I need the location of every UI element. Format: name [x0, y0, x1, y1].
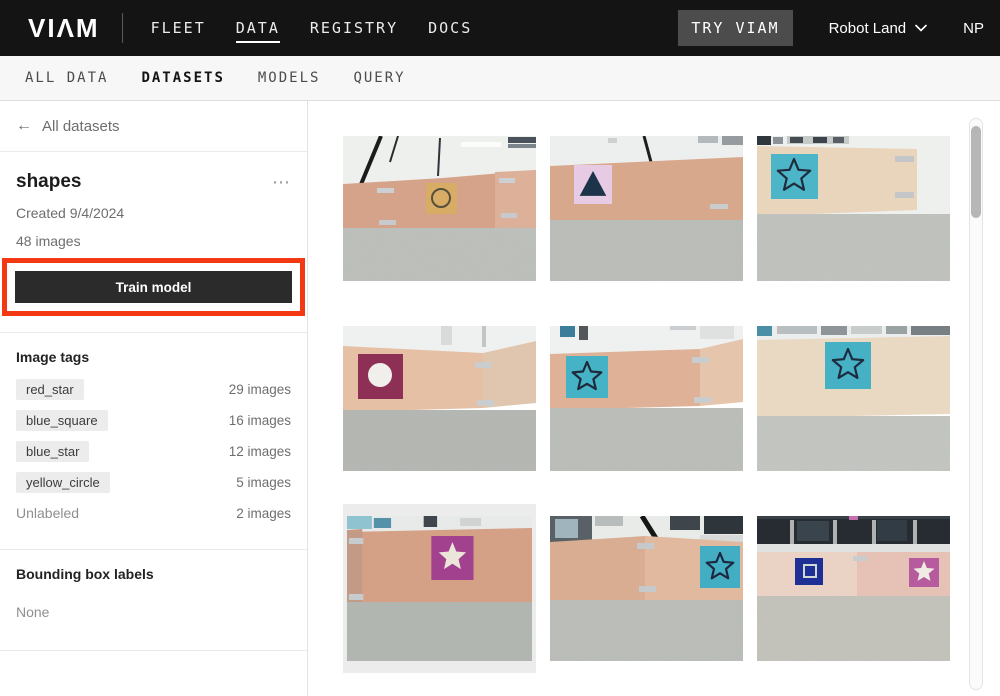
photo-thumbnail: [343, 326, 536, 471]
bounding-box-labels-section: Bounding box labels None: [0, 550, 307, 651]
photo-thumbnail: [550, 516, 743, 661]
dataset-image[interactable]: [550, 516, 743, 661]
image-grid: [343, 136, 950, 661]
photo-thumbnail: [347, 516, 532, 661]
dataset-image[interactable]: [757, 516, 950, 661]
primary-nav: FLEET DATA REGISTRY DOCS: [151, 13, 473, 43]
dataset-sidebar: ← All datasets shapes ⋯ Created 9/4/2024…: [0, 101, 308, 696]
dataset-image-count: 48 images: [16, 233, 291, 249]
tag-row: blue_star 12 images: [16, 440, 291, 462]
dataset-image[interactable]: [343, 136, 536, 281]
tag-pill[interactable]: blue_square: [16, 410, 108, 431]
tab-all-data[interactable]: ALL DATA: [25, 70, 108, 86]
photo-thumbnail: [550, 326, 743, 471]
gallery-scrollbar-track[interactable]: [969, 118, 983, 690]
tag-image-count: 29 images: [229, 382, 291, 397]
image-tags-section: Image tags red_star 29 images blue_square 1…: [0, 333, 307, 550]
photo-thumbnail: [343, 136, 536, 281]
dataset-image[interactable]: [757, 136, 950, 281]
nav-item-data[interactable]: DATA: [236, 13, 280, 43]
tag-list: red_star29 imagesblue_square16 imagesblu…: [16, 378, 291, 524]
tag-row: yellow_circle 5 images: [16, 471, 291, 493]
org-switcher[interactable]: Robot Land: [829, 20, 928, 37]
photo-thumbnail: [550, 136, 743, 281]
tag-row: red_star 29 images: [16, 378, 291, 400]
kebab-menu-icon[interactable]: ⋯: [272, 177, 291, 187]
back-to-all-datasets-link[interactable]: ← All datasets: [0, 101, 307, 152]
tag-image-count: 16 images: [229, 413, 291, 428]
top-navigation-bar: VIΛM FLEET DATA REGISTRY DOCS TRY VIAM Robo…: [0, 0, 1000, 56]
dataset-created-date: Created 9/4/2024: [16, 205, 291, 221]
image-tags-heading: Image tags: [16, 349, 291, 365]
tag-row: Unlabeled 2 images: [16, 502, 291, 524]
dataset-image[interactable]: [757, 326, 950, 471]
back-link-label: All datasets: [42, 118, 120, 135]
data-tabs: ALL DATA DATASETS MODELS QUERY: [0, 56, 1000, 101]
try-viam-button[interactable]: TRY VIAM: [678, 10, 792, 46]
nav-item-docs[interactable]: DOCS: [428, 13, 472, 43]
divider: [122, 13, 123, 43]
tag-pill[interactable]: blue_star: [16, 441, 89, 462]
viam-logo: VIΛM: [28, 15, 100, 41]
nav-item-fleet[interactable]: FLEET: [151, 13, 206, 43]
tag-pill[interactable]: red_star: [16, 379, 84, 400]
dataset-summary-section: shapes ⋯ Created 9/4/2024 48 images Trai…: [0, 152, 307, 333]
chevron-down-icon: [915, 24, 927, 32]
tab-query[interactable]: QUERY: [353, 70, 405, 86]
tag-row: blue_square 16 images: [16, 409, 291, 431]
tag-pill[interactable]: yellow_circle: [16, 472, 110, 493]
nav-item-registry[interactable]: REGISTRY: [310, 13, 398, 43]
bounding-box-labels-heading: Bounding box labels: [16, 566, 291, 582]
photo-thumbnail: [757, 516, 950, 661]
tag-image-count: 12 images: [229, 444, 291, 459]
dataset-title: shapes: [16, 171, 81, 193]
bounding-box-labels-value: None: [16, 604, 291, 620]
tab-datasets[interactable]: DATASETS: [141, 70, 224, 86]
annotation-highlight-box: Train model: [2, 258, 305, 316]
dataset-image[interactable]: [343, 504, 536, 673]
image-gallery: [308, 101, 1000, 696]
arrow-left-icon: ←: [16, 117, 32, 135]
dataset-image[interactable]: [550, 326, 743, 471]
dataset-image[interactable]: [550, 136, 743, 281]
dataset-image[interactable]: [343, 326, 536, 471]
unlabeled-label: Unlabeled: [16, 505, 79, 521]
train-model-button[interactable]: Train model: [15, 271, 292, 303]
tag-image-count: 2 images: [236, 506, 291, 521]
avatar[interactable]: NP: [963, 20, 984, 37]
org-name: Robot Land: [829, 20, 907, 37]
photo-thumbnail: [757, 136, 950, 281]
photo-thumbnail: [757, 326, 950, 471]
gallery-scrollbar-thumb[interactable]: [971, 126, 981, 218]
tab-models[interactable]: MODELS: [258, 70, 321, 86]
tag-image-count: 5 images: [236, 475, 291, 490]
